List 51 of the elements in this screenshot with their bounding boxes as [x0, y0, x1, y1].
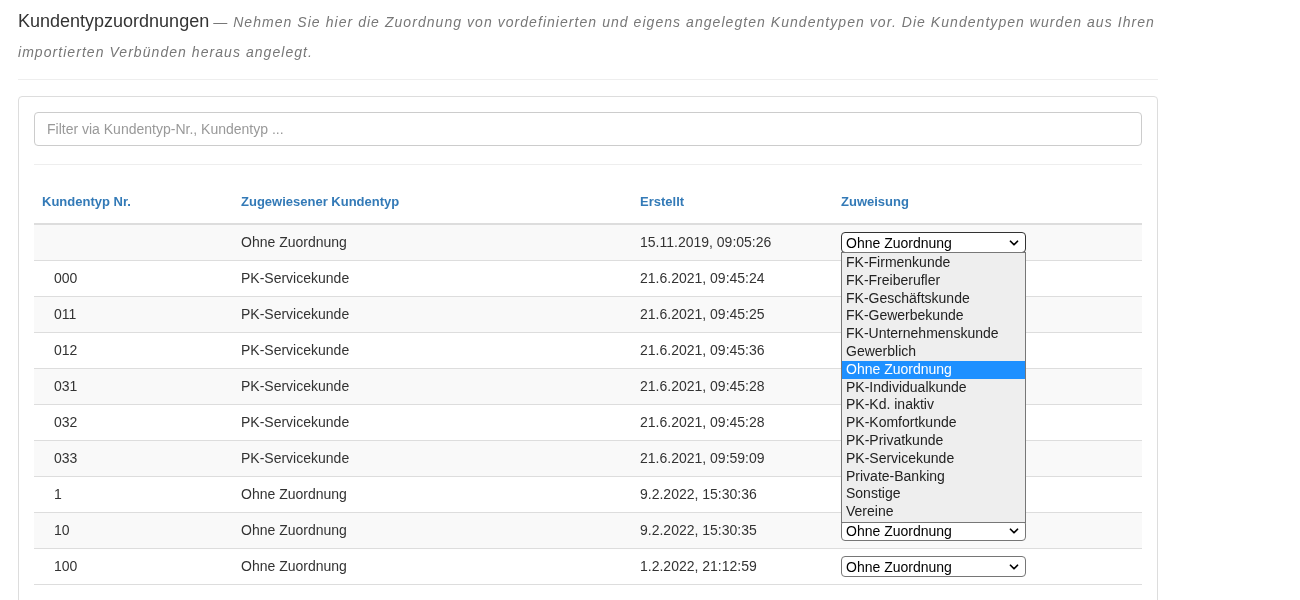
table-cell: Ohne Zuordnung — [241, 522, 347, 538]
dropdown-option[interactable]: FK-Geschäftskunde — [842, 289, 1025, 308]
table-cell: PK-Servicekunde — [241, 378, 350, 394]
table-cell: 011 — [54, 306, 77, 322]
table-cell: Ohne Zuordnung — [241, 486, 347, 502]
dropdown-option[interactable]: FK-Firmenkunde — [842, 254, 1025, 272]
dropdown-option[interactable]: PK-Individualkunde — [842, 378, 1025, 397]
table-cell: 21.6.2021, 09:59:09 — [640, 450, 765, 466]
table-cell: 9.2.2022, 15:30:36 — [640, 486, 757, 502]
table-cell: 21.6.2021, 09:45:28 — [640, 378, 765, 394]
table-cell: 100 — [54, 558, 78, 574]
dropdown-option[interactable]: Private-Banking — [842, 467, 1025, 486]
dropdown-option[interactable]: Gewerblich — [842, 343, 1025, 361]
table-cell: 21.6.2021, 09:45:36 — [640, 342, 765, 358]
dropdown-option[interactable]: FK-Unternehmenskunde — [842, 325, 1025, 343]
dropdown-option[interactable]: FK-Freiberufler — [842, 271, 1025, 290]
dropdown-option[interactable]: FK-Gewerbekunde — [842, 307, 1025, 326]
table-cell: 032 — [54, 414, 78, 430]
table-cell: PK-Servicekunde — [241, 450, 350, 466]
table-cell: PK-Servicekunde — [241, 342, 350, 358]
table-cell: Ohne Zuordnung — [241, 558, 347, 574]
column-header[interactable]: Zugewiesener Kundentyp — [241, 194, 400, 209]
assignment-select[interactable]: Ohne Zuordnung — [841, 232, 1026, 253]
dropdown-option[interactable]: PK-Komfortkunde — [842, 414, 1025, 432]
dropdown-option[interactable]: PK-Privatkunde — [842, 431, 1025, 450]
table-cell: 21.6.2021, 09:45:24 — [640, 270, 765, 286]
table-cell: PK-Servicekunde — [241, 414, 350, 430]
table-cell: 033 — [54, 450, 78, 466]
column-header[interactable]: Erstellt — [640, 194, 685, 209]
page-description: Kundentypzuordnungen — Nehmen Sie hier die Zuordnung von vordefinierten und eigens angelegten Kundentypen vor. Die Kundentypen wurden aus Ihren importierten Verbünden heraus angelegt. — [18, 10, 1156, 62]
table-cell: 031 — [54, 378, 78, 394]
dropdown-option[interactable]: PK-Servicekunde — [842, 449, 1025, 468]
table-cell: PK-Servicekunde — [241, 306, 350, 322]
assignment-select[interactable]: Ohne Zuordnung — [841, 556, 1026, 577]
table-cell: 000 — [54, 270, 78, 286]
table-cell: PK-Servicekunde — [241, 270, 350, 286]
filter-field[interactable]: Filter via Kundentyp-Nr., Kundentyp ... — [34, 112, 1142, 146]
table-cell: 1.2.2022, 21:12:59 — [640, 558, 757, 574]
table-cell: Ohne Zuordnung — [241, 234, 347, 250]
table-cell: 21.6.2021, 09:45:28 — [640, 414, 765, 430]
table-cell: 1 — [54, 486, 62, 502]
dropdown-option[interactable]: Vereine — [842, 503, 1025, 521]
table-cell: 10 — [54, 522, 70, 538]
table-cell: 21.6.2021, 09:45:25 — [640, 306, 765, 322]
table-cell: 012 — [54, 342, 78, 358]
table-cell: 9.2.2022, 15:30:35 — [640, 522, 757, 538]
column-header[interactable]: Zuweisung — [841, 194, 909, 209]
dropdown-option[interactable]: PK-Kd. inaktiv — [842, 396, 1025, 415]
dropdown-option[interactable]: Sonstige — [842, 485, 1025, 504]
column-header[interactable]: Kundentyp Nr. — [42, 194, 131, 209]
table-cell: 15.11.2019, 09:05:26 — [640, 234, 772, 250]
